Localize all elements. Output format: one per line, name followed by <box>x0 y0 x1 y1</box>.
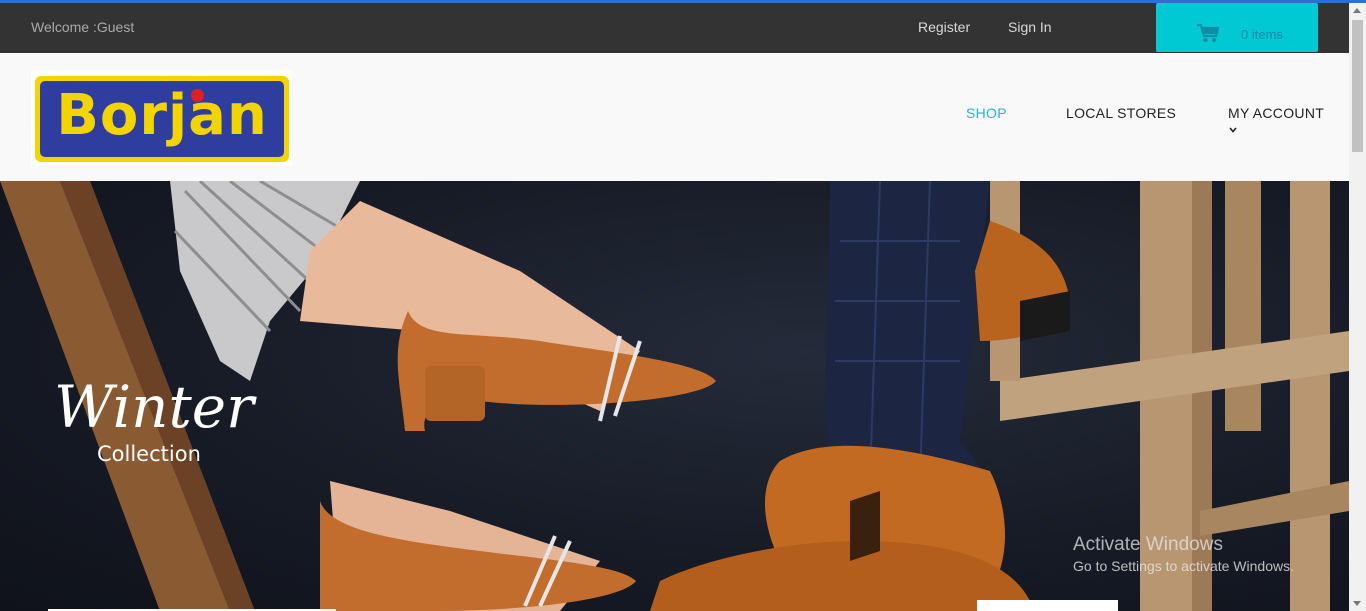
activate-windows-title: Activate Windows <box>1073 534 1223 555</box>
hero-banner[interactable]: Winter Collection Activate Windows Go to… <box>0 181 1349 611</box>
hero-bottom-box <box>977 600 1118 611</box>
scroll-up-icon[interactable] <box>1353 8 1361 13</box>
scroll-down-icon[interactable] <box>1353 601 1361 606</box>
cart-button[interactable]: 0 items <box>1156 3 1318 52</box>
logo-wordmark: Borjan <box>56 83 268 148</box>
hero-subtitle: Collection <box>97 442 201 466</box>
welcome-text: Welcome :Guest <box>31 19 135 35</box>
hero-title: Winter <box>54 373 254 441</box>
logo-dot <box>191 89 204 102</box>
chevron-down-icon[interactable] <box>1229 126 1237 134</box>
nav-local-stores[interactable]: LOCAL STORES <box>1066 105 1176 121</box>
register-link[interactable]: Register <box>918 19 970 35</box>
cart-icon <box>1197 23 1220 42</box>
sign-in-link[interactable]: Sign In <box>1008 19 1052 35</box>
logo-badge: Borjan <box>35 76 289 162</box>
brand-logo[interactable]: Borjan <box>31 70 292 166</box>
page-scrollbar[interactable] <box>1349 3 1366 611</box>
cart-count: 0 items <box>1241 27 1283 42</box>
main-header: Borjan SHOP LOCAL STORES MY ACCOUNT <box>0 53 1349 181</box>
activate-windows-subtitle: Go to Settings to activate Windows. <box>1073 558 1294 574</box>
nav-my-account[interactable]: MY ACCOUNT <box>1228 105 1324 121</box>
top-bar: Welcome :Guest Register Sign In 0 items <box>0 3 1349 53</box>
nav-shop[interactable]: SHOP <box>966 105 1007 121</box>
logo-inner: Borjan <box>40 81 284 157</box>
scroll-thumb[interactable] <box>1352 20 1363 152</box>
